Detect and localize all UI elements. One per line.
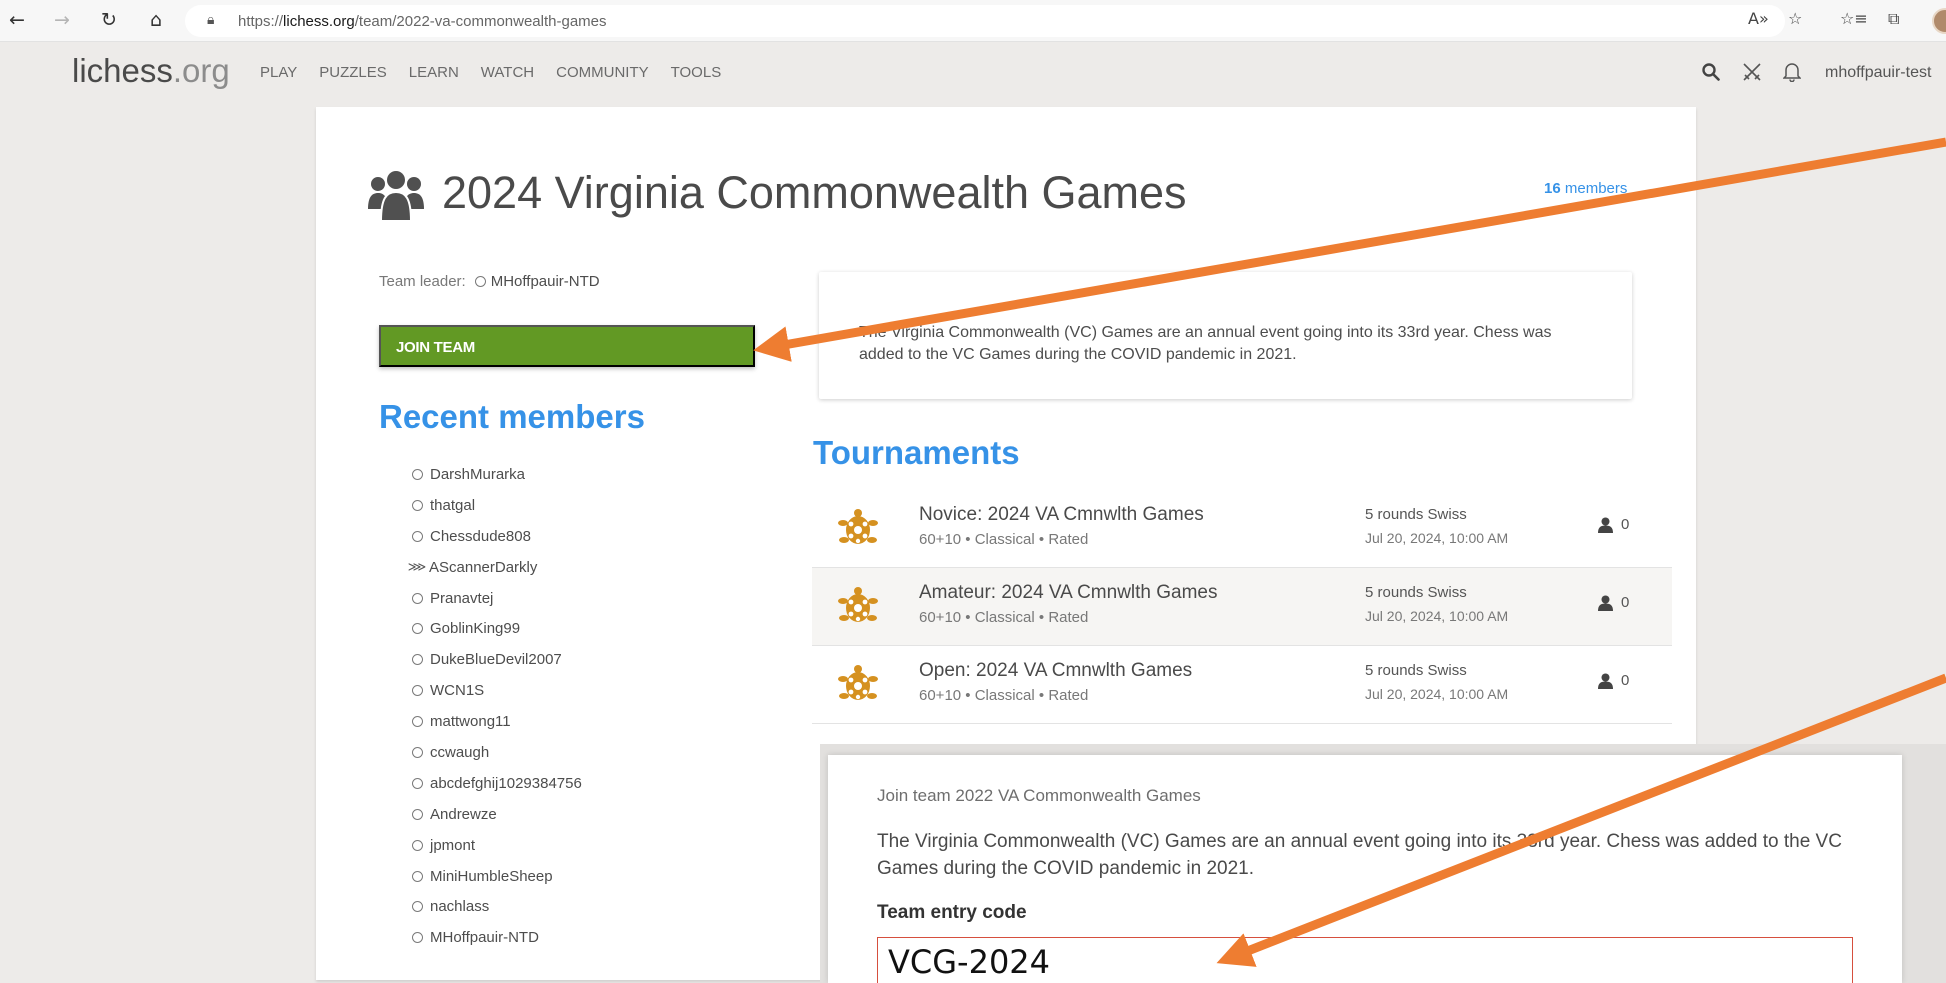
tournament-row[interactable]: Novice: 2024 VA Cmnwlth Games 60+10 • Cl…	[812, 490, 1672, 568]
list-item[interactable]: jpmont	[412, 830, 582, 861]
offline-indicator-icon	[412, 901, 423, 913]
swords-icon[interactable]	[1742, 62, 1762, 87]
list-item[interactable]: DukeBlueDevil2007	[412, 644, 582, 675]
tournament-settings: 60+10 • Classical • Rated	[919, 687, 1089, 704]
tournament-rounds: 5 rounds Swiss	[1365, 506, 1467, 523]
tournament-players: 0	[1598, 672, 1629, 689]
team-leader: Team leader: MHoffpauir-NTD	[379, 273, 600, 290]
refresh-icon[interactable]: ↻	[97, 8, 121, 32]
list-item[interactable]: MHoffpauir-NTD	[412, 922, 582, 953]
nav-tools[interactable]: TOOLS	[671, 64, 722, 81]
user-icon	[1598, 595, 1613, 611]
offline-indicator-icon	[474, 276, 486, 287]
tournament-name[interactable]: Novice: 2024 VA Cmnwlth Games	[919, 504, 1204, 526]
address-bar[interactable]: 🔒︎ https://lichess.org/team/2022-va-comm…	[185, 5, 1785, 37]
tournament-date: Jul 20, 2024, 10:00 AM	[1365, 530, 1509, 546]
lock-icon[interactable]: 🔒︎	[207, 12, 214, 28]
recent-members-list: DarshMurarka thatgal Chessdude808 ⋙ AScan…	[408, 459, 582, 953]
tournament-row[interactable]: Amateur: 2024 VA Cmnwlth Games 60+10 • C…	[812, 568, 1672, 646]
patron-wings-icon: ⋙	[407, 559, 427, 575]
list-item[interactable]: ccwaugh	[412, 737, 582, 768]
read-aloud-icon[interactable]: A»	[1748, 9, 1769, 28]
dialog-description: The Virginia Commonwealth (VC) Games are…	[877, 831, 1842, 879]
nav-play[interactable]: PLAY	[260, 64, 297, 81]
site-header: lichess.org PLAY PUZZLES LEARN WATCH COM…	[0, 42, 1946, 102]
back-icon[interactable]: ←	[5, 8, 29, 32]
profile-avatar[interactable]	[1932, 8, 1946, 34]
turtle-icon	[838, 509, 878, 544]
offline-indicator-icon	[412, 777, 423, 789]
bell-icon[interactable]	[1782, 62, 1802, 87]
offline-indicator-icon	[412, 870, 423, 882]
user-icon	[1598, 517, 1613, 533]
offline-indicator-icon	[412, 623, 423, 635]
tournament-name[interactable]: Amateur: 2024 VA Cmnwlth Games	[919, 582, 1218, 604]
team-title: 2024 Virginia Commonwealth Games	[442, 167, 1187, 218]
tournament-players: 0	[1598, 516, 1629, 533]
list-item[interactable]: mattwong11	[412, 706, 582, 737]
entry-code-label: Team entry code	[877, 902, 1027, 923]
nav-watch[interactable]: WATCH	[481, 64, 534, 81]
team-group-icon	[368, 171, 424, 221]
offline-indicator-icon	[412, 808, 423, 820]
list-item[interactable]: abcdefghij1029384756	[412, 768, 582, 799]
favorites-icon[interactable]: ☆≡	[1840, 9, 1868, 28]
list-item[interactable]: nachlass	[412, 891, 582, 922]
username-menu[interactable]: mhoffpauir-test	[1825, 64, 1931, 82]
search-icon[interactable]	[1702, 62, 1720, 86]
tournament-name[interactable]: Open: 2024 VA Cmnwlth Games	[919, 660, 1192, 682]
url-text[interactable]: https://lichess.org/team/2022-va-commonw…	[238, 13, 607, 30]
list-item[interactable]: thatgal	[412, 490, 582, 521]
tournament-settings: 60+10 • Classical • Rated	[919, 531, 1089, 548]
turtle-icon	[838, 665, 878, 700]
offline-indicator-icon	[412, 839, 423, 851]
list-item[interactable]: Chessdude808	[412, 521, 582, 552]
tournament-players: 0	[1598, 594, 1629, 611]
site-logo[interactable]: lichess.org	[72, 52, 230, 90]
nav-community[interactable]: COMMUNITY	[556, 64, 649, 81]
list-item[interactable]: DarshMurarka	[412, 459, 582, 490]
list-item[interactable]: ⋙ AScannerDarkly	[407, 552, 582, 583]
offline-indicator-icon	[412, 592, 423, 604]
team-leader-link[interactable]: MHoffpauir-NTD	[491, 273, 600, 290]
tournament-rounds: 5 rounds Swiss	[1365, 662, 1467, 679]
nav-learn[interactable]: LEARN	[409, 64, 459, 81]
tournament-rounds: 5 rounds Swiss	[1365, 584, 1467, 601]
tournaments-title: Tournaments	[813, 434, 1020, 471]
offline-indicator-icon	[412, 654, 423, 666]
main-nav: PLAY PUZZLES LEARN WATCH COMMUNITY TOOLS	[260, 64, 721, 81]
home-icon[interactable]: ⌂	[144, 8, 168, 32]
nav-puzzles[interactable]: PUZZLES	[319, 64, 387, 81]
team-description-box: The Virginia Commonwealth (VC) Games are…	[819, 272, 1632, 399]
offline-indicator-icon	[412, 685, 423, 697]
members-count-link[interactable]: 16 members	[1544, 180, 1627, 197]
dialog-title: Join team 2022 VA Commonwealth Games	[877, 786, 1201, 805]
tournament-date: Jul 20, 2024, 10:00 AM	[1365, 608, 1509, 624]
list-item[interactable]: Andrewze	[412, 799, 582, 830]
offline-indicator-icon	[412, 530, 423, 542]
user-icon	[1598, 673, 1613, 689]
join-team-dialog: Join team 2022 VA Commonwealth Games The…	[828, 755, 1902, 983]
collections-icon[interactable]: ⧉	[1888, 9, 1899, 29]
offline-indicator-icon	[412, 746, 423, 758]
turtle-icon	[838, 587, 878, 622]
recent-members-title: Recent members	[379, 398, 645, 435]
add-favorite-icon[interactable]: ☆	[1788, 9, 1802, 28]
forward-icon[interactable]: →	[50, 8, 74, 32]
list-item[interactable]: GoblinKing99	[412, 613, 582, 644]
list-item[interactable]: WCN1S	[412, 675, 582, 706]
list-item[interactable]: Pranavtej	[412, 583, 582, 614]
join-team-button[interactable]: JOIN TEAM	[379, 325, 755, 367]
tournament-row[interactable]: Open: 2024 VA Cmnwlth Games 60+10 • Clas…	[812, 646, 1672, 724]
offline-indicator-icon	[412, 468, 423, 480]
offline-indicator-icon	[412, 499, 423, 511]
offline-indicator-icon	[412, 932, 423, 944]
team-description: The Virginia Commonwealth (VC) Games are…	[859, 324, 1552, 363]
tournament-settings: 60+10 • Classical • Rated	[919, 609, 1089, 626]
list-item[interactable]: MiniHumbleSheep	[412, 861, 582, 892]
tournament-date: Jul 20, 2024, 10:00 AM	[1365, 686, 1509, 702]
entry-code-input[interactable]	[877, 937, 1853, 983]
offline-indicator-icon	[412, 716, 423, 728]
browser-toolbar: ← → ↻ ⌂ 🔒︎ https://lichess.org/team/2022…	[0, 0, 1946, 42]
